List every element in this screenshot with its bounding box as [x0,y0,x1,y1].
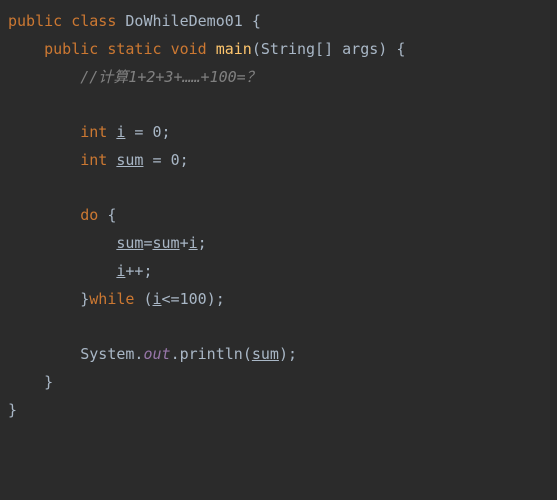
code-line: do { [8,202,557,230]
brace: } [8,401,17,419]
blank-line [8,175,557,203]
variable: sum [153,234,180,252]
number: 0 [171,151,180,169]
code-line: System.out.println(sum); [8,341,557,369]
code-line: i++; [8,258,557,286]
variable: sum [252,345,279,363]
class-name: DoWhileDemo01 [125,12,242,30]
variable: i [153,290,162,308]
code-editor[interactable]: public class DoWhileDemo01 { public stat… [0,0,557,424]
brace: { [98,206,116,224]
method-name: main [216,40,252,58]
code-line: } [8,397,557,425]
keyword: do [80,206,98,224]
keyword: static [107,40,161,58]
code-line: int i = 0; [8,119,557,147]
method-call: println [180,345,243,363]
variable: sum [116,234,143,252]
code-line: } [8,369,557,397]
keyword: int [80,123,107,141]
keyword: public [44,40,98,58]
keyword: void [171,40,207,58]
brace: } [80,290,89,308]
field: out [143,345,170,363]
keyword: int [80,151,107,169]
code-line: //计算1+2+3+……+100=？ [8,64,557,92]
variable: sum [116,151,143,169]
code-line: }while (i<=100); [8,286,557,314]
class-ref: System. [80,345,143,363]
keyword: public [8,12,62,30]
number: 100 [180,290,207,308]
blank-line [8,313,557,341]
brace: } [44,373,53,391]
number: 0 [153,123,162,141]
brace: { [252,12,261,30]
code-line: public class DoWhileDemo01 { [8,8,557,36]
blank-line [8,91,557,119]
params: (String[] args) { [252,40,406,58]
keyword: class [71,12,116,30]
code-line: int sum = 0; [8,147,557,175]
comment: //计算1+2+3+……+100=？ [80,68,260,86]
keyword: while [89,290,134,308]
code-line: public static void main(String[] args) { [8,36,557,64]
code-line: sum=sum+i; [8,230,557,258]
variable: i [189,234,198,252]
